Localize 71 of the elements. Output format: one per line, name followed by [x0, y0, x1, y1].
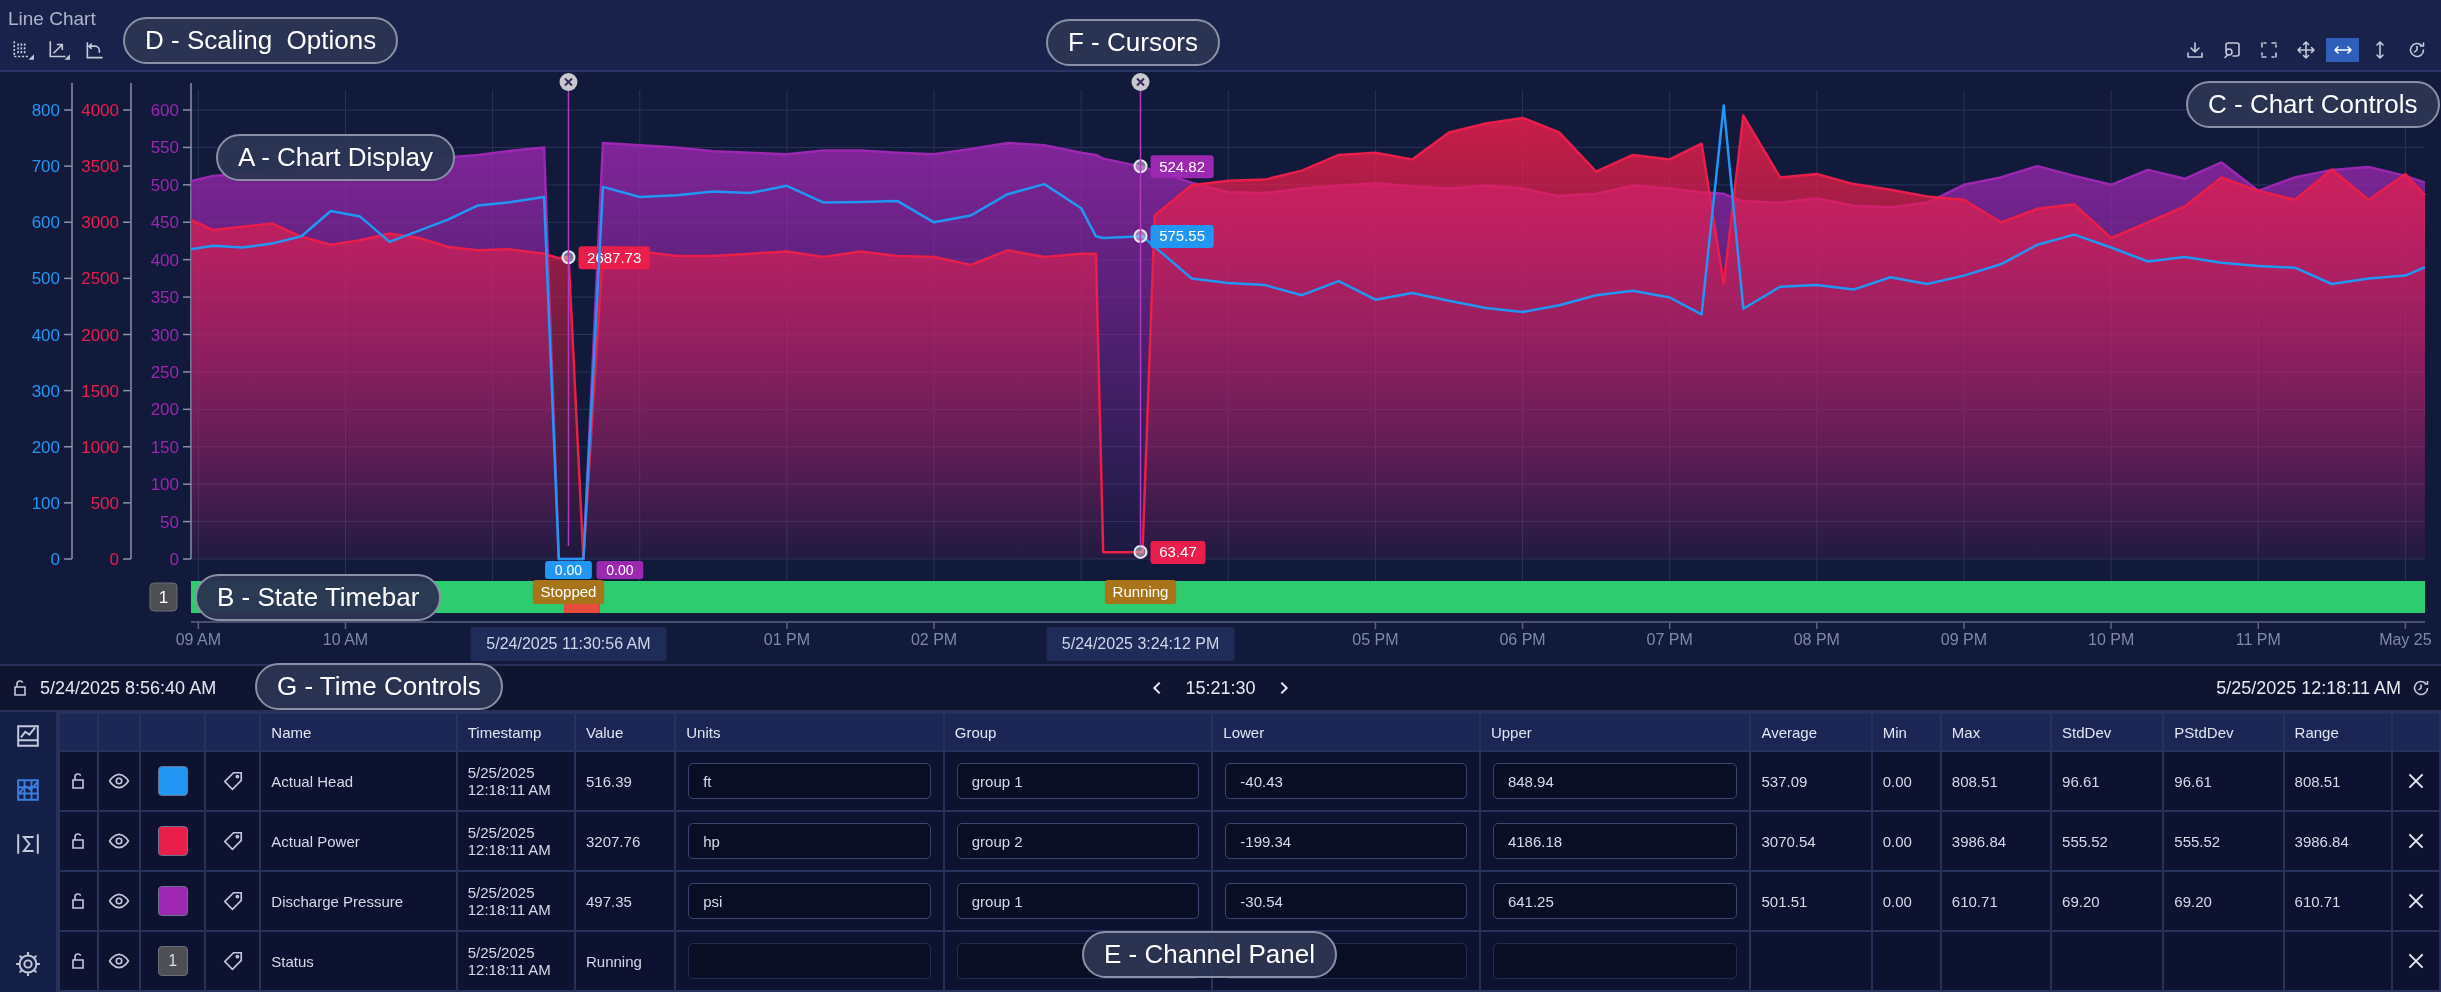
table-cell: Status — [260, 931, 457, 991]
axis-tick-label: 800 — [31, 101, 60, 120]
axis-tick-label: 600 — [31, 213, 60, 233]
annotation: 0.00 — [606, 562, 634, 578]
axis-tick-label: 200 — [31, 437, 60, 457]
axis-tick-label: 150 — [150, 437, 179, 457]
axis-tick-label: 10 AM — [322, 631, 369, 648]
axis-tick-label: 0 — [169, 550, 179, 569]
axis-tick-label: 250 — [150, 362, 179, 382]
axis-tick-label: 4000 — [81, 101, 119, 120]
axis-tick-label: 2500 — [81, 269, 119, 289]
axis-tick-label: 400 — [150, 250, 179, 270]
axis-tick-label: 0 — [109, 550, 119, 569]
axis-tick-label: 700 — [31, 157, 60, 177]
axis-tick-label: May 25 — [2379, 631, 2432, 648]
value-label: 0.00 — [545, 561, 592, 579]
callout-label: B - State Timebar — [195, 574, 442, 621]
panel-title: Line Chart — [8, 8, 97, 30]
axis-tick-label: 100 — [150, 475, 179, 495]
callout-label: G - Time Controls — [255, 663, 503, 710]
axis-tick-label: 1500 — [81, 381, 119, 401]
axis-tick-label: 500 — [150, 175, 179, 195]
axis-tick-label: 450 — [150, 213, 179, 233]
annotation: 0.00 — [554, 562, 583, 578]
axis-tick-label: 3000 — [81, 213, 119, 233]
axis-tick-label: 350 — [150, 288, 179, 308]
axis-tick-label: 06 PM — [1499, 631, 1546, 648]
time-tooltip: 5/24/2025 11:30:56 AM — [470, 627, 667, 661]
callout-label: A - Chart Display — [216, 134, 456, 181]
axis-tick-label: 3500 — [81, 157, 119, 177]
axis-tick-label: 11 PM — [2235, 631, 2281, 648]
annotation: 575.55 — [1159, 227, 1206, 245]
axis-tick-label: 550 — [150, 138, 179, 158]
duration: 15:21:30 — [1185, 677, 1256, 699]
value-label: 0.00 — [596, 561, 644, 579]
start-time: 5/24/2025 8:56:40 AM — [40, 677, 217, 699]
table-cell: Running — [575, 931, 676, 991]
state-tag: Running — [1104, 580, 1177, 604]
callout-label: F - Cursors — [1046, 19, 1220, 66]
axis-tick-label: 400 — [31, 325, 60, 345]
state-tag: Stopped — [532, 580, 605, 604]
axis-tick-label: 0 — [50, 550, 60, 569]
table-cell: 5/25/2025 12:18:11 AM — [456, 931, 575, 991]
axis-tick-label: 500 — [31, 269, 60, 289]
state-badge: 1 — [149, 582, 178, 612]
axis-tick-label: 01 PM — [763, 631, 810, 648]
axis-tick-label: 05 PM — [1352, 631, 1399, 648]
axis-tick-label: 300 — [31, 381, 60, 401]
axis-tick-label: 08 PM — [1793, 631, 1840, 648]
axis-tick-label: 50 — [160, 512, 179, 532]
axis-tick-label: 200 — [150, 400, 179, 420]
end-time: 5/25/2025 12:18:11 AM — [2216, 677, 2401, 699]
axis-tick-label: 300 — [150, 325, 179, 345]
axis-tick-label: 09 AM — [175, 631, 222, 648]
callout-label: C - Chart Controls — [2186, 81, 2440, 128]
callout-label: E - Channel Panel — [1082, 931, 1338, 978]
axis-tick-label: 10 PM — [2088, 631, 2135, 648]
callout-label: D - Scaling Options — [123, 17, 399, 64]
axis-tick-label: 1000 — [81, 437, 119, 457]
time-tooltip: 5/24/2025 3:24:12 PM — [1046, 627, 1235, 661]
axis-tick-label: 07 PM — [1646, 631, 1693, 648]
axis-tick-label: 02 PM — [910, 631, 958, 648]
axis-tick-label: 500 — [90, 493, 119, 513]
axis-tick-label: 09 PM — [1940, 631, 1988, 648]
annotation: 524.82 — [1159, 157, 1206, 175]
axis-tick-label: 100 — [31, 493, 60, 513]
axis-tick-label: 2000 — [81, 325, 119, 345]
state-badge: 1 — [157, 946, 188, 976]
value-label: 524.82 — [1150, 155, 1214, 179]
annotation: 63.47 — [1159, 543, 1197, 561]
axis-tick-label: 600 — [150, 101, 179, 120]
